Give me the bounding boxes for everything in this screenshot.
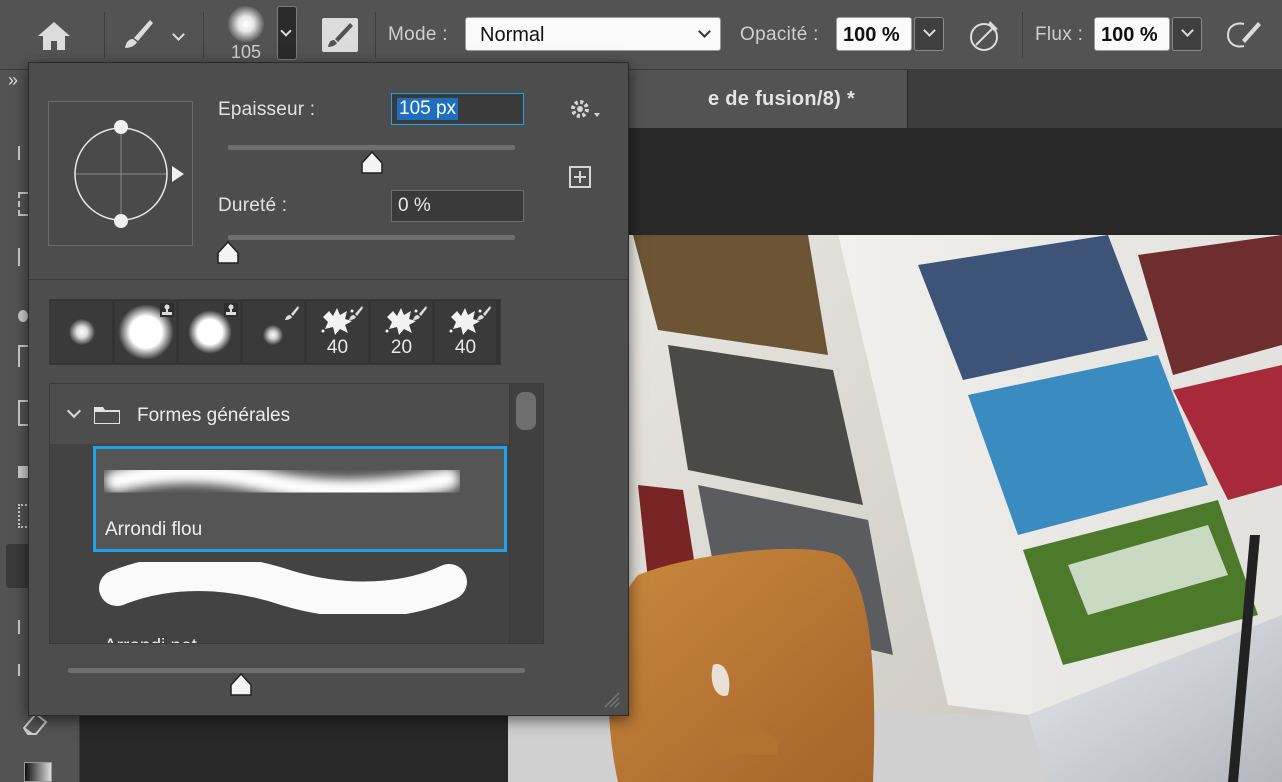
opacity-dropdown-button[interactable] [914,17,944,51]
airbrush-icon[interactable] [1224,18,1264,52]
size-input[interactable]: 105 px [391,93,524,125]
soft-round-brush-icon [69,319,95,345]
quick-select-icon[interactable] [18,310,28,322]
brush-item-arrondi-net[interactable]: Arrondi net [93,555,507,643]
history-brush-icon[interactable] [18,664,28,676]
preset-tile[interactable]: 40 [307,301,368,363]
panel-settings-gear-icon[interactable] [569,97,603,123]
mode-value: Normal [480,24,545,46]
brush-tool-icon[interactable] [120,16,156,52]
home-icon[interactable] [36,20,72,52]
opacity-label: Opacité : [740,24,819,45]
brush-badge-icon [349,306,363,320]
gradient-tool-icon[interactable] [24,762,52,782]
brush-badge-icon [413,306,427,320]
panel-divider [29,279,628,280]
hard-stroke-preview [97,555,469,618]
brush-tip-preview[interactable] [48,101,193,246]
toolbar-collapse-button[interactable]: » [8,70,18,91]
preset-tile[interactable] [115,301,176,363]
flow-label: Flux : [1035,24,1084,45]
stamp-badge-icon [224,303,238,317]
brush-badge-icon [477,306,491,320]
chevron-down-icon [280,25,292,37]
preset-tile[interactable] [179,301,240,363]
brush-list-scrollbar[interactable] [509,384,543,643]
pressure-opacity-icon[interactable] [966,17,1002,53]
brush-preset-panel: Epaisseur : 105 px Dureté : 0 % Formes g… [28,62,629,716]
opacity-value: 100 % [843,24,900,46]
preview-size-slider-track[interactable] [68,668,525,673]
resize-grip-icon[interactable] [601,689,621,709]
scrollbar-thumb[interactable] [516,392,536,430]
brush-badge-icon [285,306,299,320]
brush-preview-icon[interactable] [228,6,264,42]
preset-tile[interactable] [51,301,112,363]
brush-picker-button[interactable] [277,6,297,60]
eyedropper-icon[interactable] [18,466,28,478]
brush-name: Arrondi flou [105,519,203,540]
brush-size-readout: 105 [230,42,262,62]
chevron-down-icon [698,25,711,38]
chevron-down-icon [1181,24,1194,37]
preview-size-slider-thumb[interactable] [230,672,252,697]
document-tab-title: e de fusion/8) * [708,88,856,110]
preset-tile[interactable] [243,301,304,363]
new-preset-icon[interactable] [569,166,591,188]
soft-stroke-preview [104,461,460,502]
size-slider-track[interactable] [228,145,515,150]
brush-group-header[interactable]: Formes générales [50,384,510,444]
chevron-down-icon [66,403,82,419]
preset-size-label: 40 [454,337,477,358]
brush-list: Formes générales Arrondi flou Arrondi ne… [49,383,544,644]
mode-select[interactable]: Normal [465,17,721,51]
hardness-label: Dureté : [218,195,288,216]
document-tab[interactable]: e de fusion/8) * [620,70,908,128]
size-value: 105 px [397,98,459,120]
size-slider-thumb[interactable] [360,150,383,175]
soft-round-brush-icon [263,325,283,345]
folder-icon [93,405,121,425]
flow-field[interactable]: 100 % [1094,17,1170,51]
hardness-value: 0 % [398,195,431,216]
mode-label: Mode : [388,24,448,45]
preset-size-label: 20 [390,337,413,358]
tool-preset-chevron-icon[interactable] [172,28,185,41]
brush-name: Arrondi net [104,636,197,643]
clone-stamp-icon[interactable] [18,620,28,634]
size-label: Epaisseur : [218,99,316,120]
hardness-slider-track[interactable] [228,235,515,240]
flow-dropdown-button[interactable] [1172,17,1202,51]
opacity-field[interactable]: 100 % [836,17,912,51]
brush-item-arrondi-flou[interactable]: Arrondi flou [93,446,507,552]
brush-settings-icon[interactable] [322,18,358,52]
hardness-slider-thumb[interactable] [217,240,239,265]
preset-size-label: 40 [326,337,349,358]
chevron-down-icon [923,24,936,37]
preset-tile[interactable]: 40 [435,301,496,363]
preset-tile[interactable]: 20 [371,301,432,363]
brush-group-name: Formes générales [137,405,291,426]
stamp-badge-icon [160,303,174,317]
flow-value: 100 % [1101,24,1158,46]
move-tool-icon[interactable] [18,146,28,160]
hardness-input[interactable]: 0 % [391,190,524,222]
options-bar: 105 Mode : Normal Opacité : 100 % Flux :… [0,0,1282,70]
